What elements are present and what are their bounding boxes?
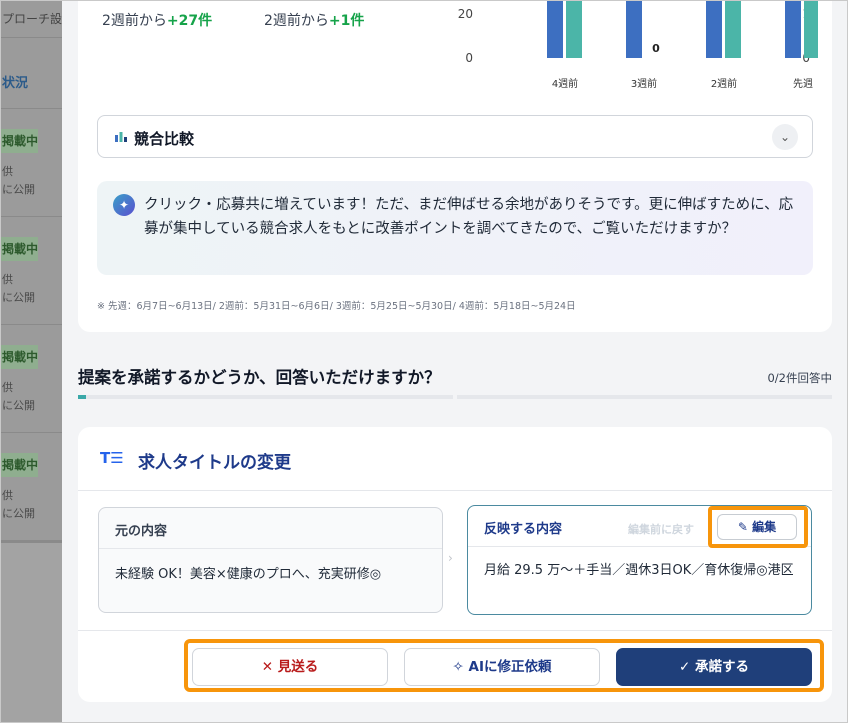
edit-button[interactable]: ✎ 編集 [717, 514, 797, 540]
bar-series-1 [547, 0, 563, 58]
divider [78, 490, 832, 491]
sidebar-status-heading: 状況 [2, 76, 29, 91]
stat-delta: +27件 [166, 13, 213, 29]
sidebar-item-line: 供 [2, 273, 13, 286]
pencil-icon: ✎ [737, 520, 748, 534]
edit-button-label: 編集 [752, 520, 777, 534]
sidebar-item-line: に公開 [2, 507, 35, 520]
status-badge: 掲載中 [0, 129, 38, 153]
sidebar-item-line: 供 [2, 381, 13, 394]
status-badge: 掲載中 [0, 345, 38, 369]
sidebar-item-line: 供 [2, 489, 13, 502]
sidebar-item-line: 供 [2, 165, 13, 178]
sidebar-empty-area [0, 540, 62, 723]
proposal-title: 求人タイトルの変更 [138, 453, 291, 473]
left-axis-tick: 20 [458, 7, 473, 21]
x-tick-label: 3週前 [631, 77, 657, 90]
background-sidebar: プローチ設定 状況 掲載中 供 に公開 掲載中 供 に公開 掲載中 供 に公開 … [0, 0, 62, 723]
original-label: 元の内容 [99, 508, 442, 549]
divider [78, 630, 832, 631]
period-footnote: ※ 先週：6月7日~6月13日/ 2週前：5月31日~6月6日/ 3週前：5月2… [97, 301, 576, 312]
data-label: 0 [652, 42, 660, 55]
sidebar-top-text: プローチ設定 [0, 0, 62, 38]
sidebar-item-line: に公開 [2, 399, 35, 412]
bar-chart-icon [115, 132, 127, 142]
skip-button[interactable]: ✕ 見送る [192, 648, 388, 686]
check-icon: ✓ [678, 659, 691, 675]
original-text: 未経験 OK！美容×健康のプロへ、充実研修◎ [115, 567, 382, 582]
sidebar-list-item[interactable]: 掲載中 供 に公開 [0, 108, 62, 216]
ai-revise-button-label: AIに修正依頼 [468, 659, 552, 675]
applications-stat: 2週前から+1件 [264, 10, 364, 30]
progress-bar-2 [457, 395, 832, 399]
ai-sparkle-icon: ✦ [113, 194, 135, 216]
title-text-icon: T☰ [100, 449, 124, 467]
new-content-header: 反映する内容 編集前に戻す ✎ 編集 [468, 506, 811, 548]
original-content-box: 元の内容 未経験 OK！美容×健康のプロへ、充実研修◎ [98, 507, 443, 613]
main-panel: 2週前から+27件 2週前から+1件 200104週前03週前2週前先週 競合比… [62, 0, 848, 723]
new-content-text: 月給 29.5 万〜＋手当／週休3日OK／育休復帰◎港区 [484, 563, 794, 578]
bar-series-1 [785, 0, 801, 58]
bar-series-1 [626, 0, 642, 58]
status-badge: 掲載中 [0, 453, 38, 477]
new-content-box: 反映する内容 編集前に戻す ✎ 編集 月給 29.5 万〜＋手当／週休3日OK／… [467, 505, 812, 615]
stat-prefix: 2週前から [102, 13, 167, 29]
sidebar-list-item[interactable]: 掲載中 供 に公開 [0, 216, 62, 324]
bar-series-1 [706, 0, 722, 58]
performance-card: 2週前から+27件 2週前から+1件 200104週前03週前2週前先週 競合比… [78, 0, 832, 332]
close-icon: ✕ [261, 659, 274, 675]
stat-prefix: 2週前から [264, 13, 329, 29]
revert-button[interactable]: 編集前に戻す [628, 521, 694, 537]
skip-button-label: 見送る [277, 659, 319, 675]
status-badge: 掲載中 [0, 237, 38, 261]
competitor-title: 競合比較 [134, 130, 195, 148]
new-content-label: 反映する内容 [484, 522, 563, 537]
bar-series-2 [804, 0, 818, 58]
left-axis-tick: 0 [465, 51, 473, 65]
weekly-bar-chart: 200104週前03週前2週前先週 [458, 0, 818, 90]
sidebar-item-line: に公開 [2, 291, 35, 304]
x-tick-label: 先週 [793, 78, 813, 90]
bar-series-2 [566, 0, 582, 58]
ai-revise-button[interactable]: ✧ AIに修正依頼 [404, 648, 600, 686]
ai-message-text: クリック・応募共に増えています！ただ、まだ伸ばせる余地がありそうです。更に伸ばす… [144, 197, 794, 237]
x-tick-label: 2週前 [711, 77, 737, 90]
stat-delta: +1件 [328, 13, 365, 29]
bar-series-2 [725, 0, 741, 58]
accept-button[interactable]: ✓ 承諾する [616, 648, 812, 686]
ai-suggestion-message: ✦ クリック・応募共に増えています！ただ、まだ伸ばせる余地がありそうです。更に伸… [97, 181, 813, 275]
chevron-down-icon[interactable]: ⌄ [772, 124, 798, 150]
accept-button-label: 承諾する [695, 659, 749, 675]
arrow-right-icon: › [448, 551, 453, 565]
magic-wand-icon: ✧ [452, 659, 464, 675]
x-tick-label: 4週前 [552, 77, 578, 90]
sidebar-item-line: に公開 [2, 183, 35, 196]
clicks-stat: 2週前から+27件 [102, 10, 212, 30]
progress-bar-1 [78, 395, 453, 399]
section-question: 提案を承諾するかどうか、回答いただけますか？ [78, 368, 441, 387]
competitor-accordion[interactable]: 競合比較 ⌄ [97, 115, 813, 158]
sidebar-list-item[interactable]: 掲載中 供 に公開 [0, 324, 62, 432]
answer-progress-label: 0/2件回答中 [767, 371, 832, 385]
proposal-card: T☰ 求人タイトルの変更 元の内容 未経験 OK！美容×健康のプロへ、充実研修◎… [78, 427, 832, 702]
sidebar-list-item[interactable]: 掲載中 供 に公開 [0, 432, 62, 540]
